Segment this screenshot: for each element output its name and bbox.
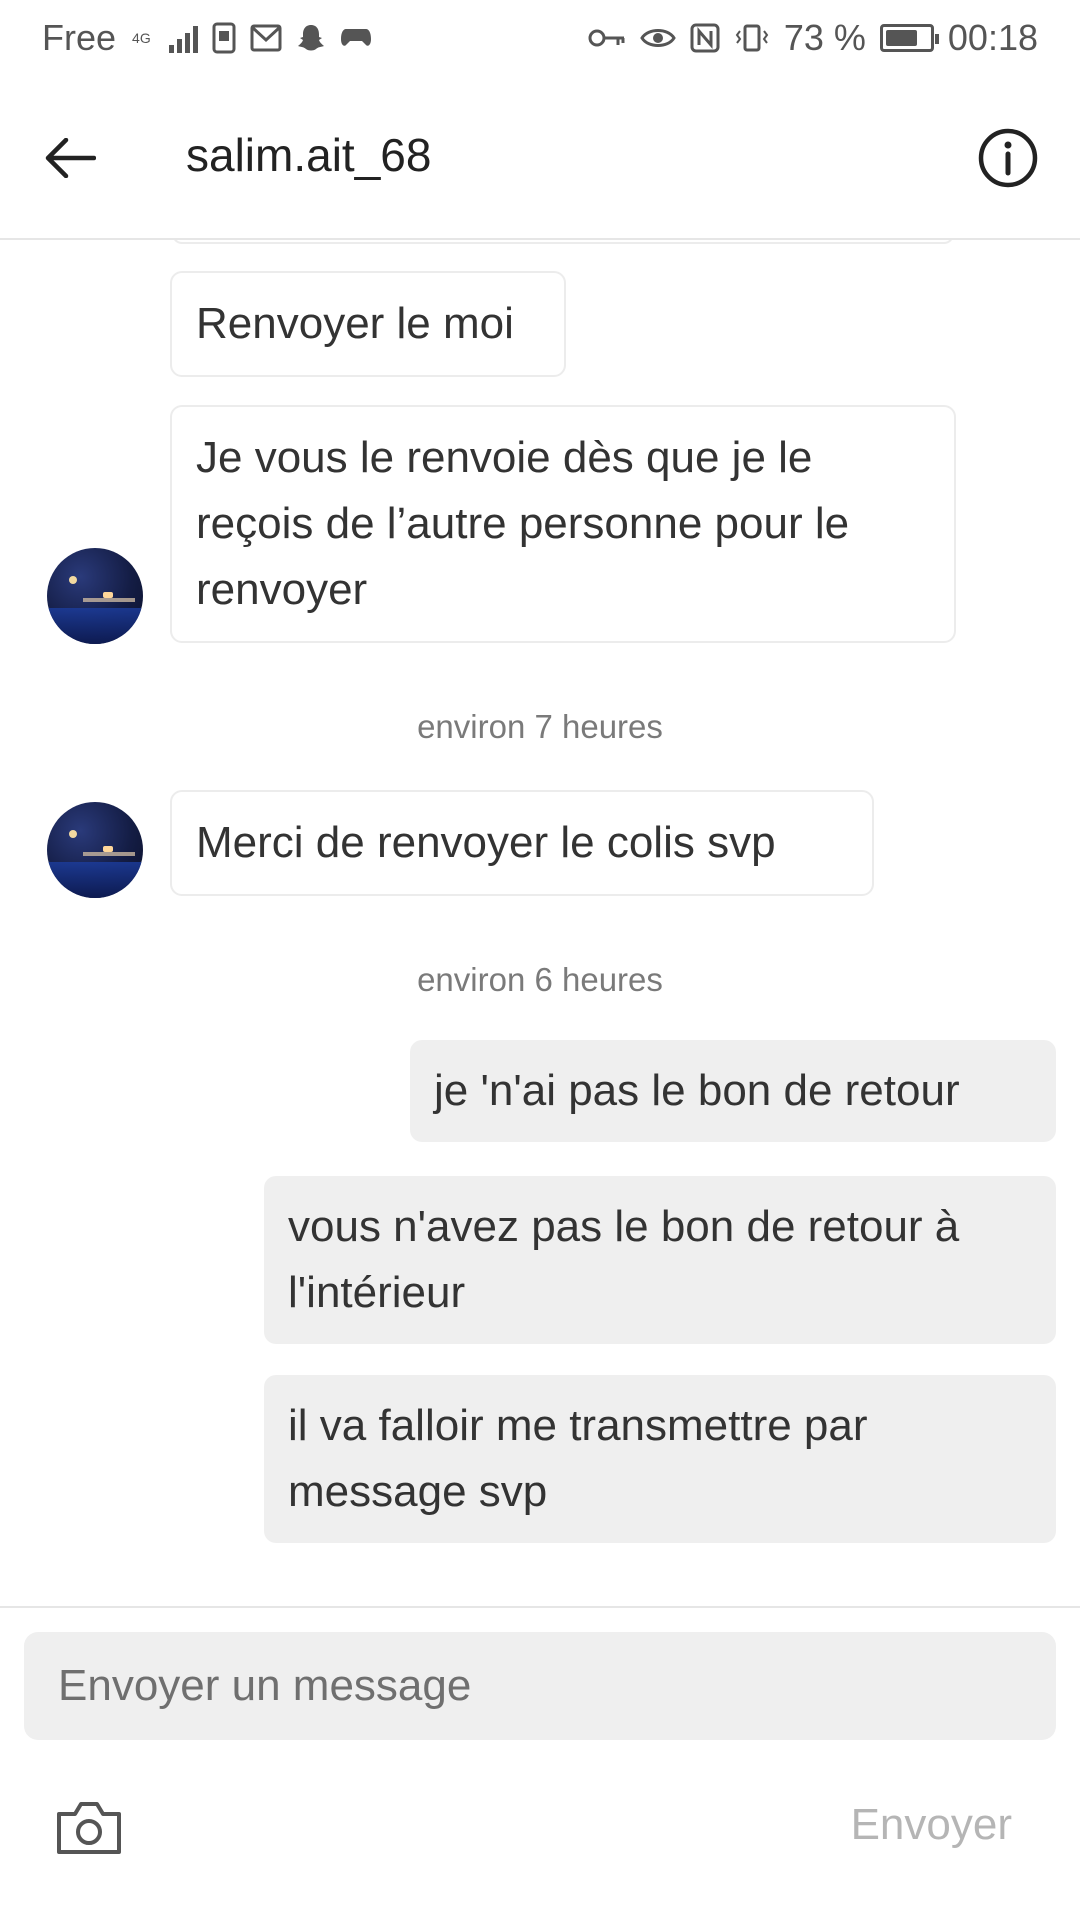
battery-fill [885,30,917,46]
nfc-icon [690,23,720,53]
message-text: Merci de renvoyer le colis svp [196,818,776,867]
message-text: je 'n'ai pas le bon de retour [434,1066,960,1115]
timestamp-divider: environ 6 heures [417,961,663,998]
signal-strength-icon [168,23,198,53]
clock: 00:18 [947,17,1038,58]
status-bar-right: 73 % 00:18 [588,17,1038,59]
key-icon [588,27,626,49]
message-input[interactable] [24,1632,1056,1740]
info-circle-icon [978,128,1038,188]
message-list[interactable]: Renvoyer le moi Je vous le renvoie dès q… [0,240,1080,1606]
outgoing-message[interactable]: il va falloir me transmettre par message… [264,1375,1056,1543]
snapchat-icon [296,23,326,53]
info-button[interactable] [976,126,1040,190]
incoming-message[interactable]: Renvoyer le moi [170,271,566,377]
battery-percent: 73 % [783,17,866,58]
status-bar-left: Free 4G [42,17,372,59]
timestamp-divider: environ 7 heures [417,708,663,745]
message-text: Renvoyer le moi [196,299,514,348]
battery-icon [879,24,939,52]
game-controller-icon [340,25,372,51]
carrier-label: Free [42,17,117,58]
status-bar: Free 4G 73 % 00:18 [0,0,1080,76]
outgoing-message[interactable]: vous n'avez pas le bon de retour à l'int… [264,1176,1056,1344]
mail-icon [250,24,282,52]
incoming-message[interactable]: Merci de renvoyer le colis svp [170,790,874,896]
network-type: 4G [132,30,151,46]
conversation-title: salim.ait_68 [186,129,432,181]
incoming-message[interactable]: Je vous le renvoie dès que je le reçois … [170,405,956,643]
eye-icon [640,25,676,51]
back-button[interactable] [38,126,102,190]
sim-card-icon [212,22,236,54]
outgoing-message[interactable]: je 'n'ai pas le bon de retour [410,1040,1056,1142]
arrow-left-icon [45,138,96,178]
message-text: il va falloir me transmettre par message… [288,1401,868,1516]
message-text: vous n'avez pas le bon de retour à l'int… [288,1202,960,1317]
avatar[interactable] [47,802,143,898]
camera-icon [57,1802,121,1854]
message-text: Je vous le renvoie dès que je le reçois … [196,433,850,614]
send-button[interactable]: Envoyer [851,1800,1012,1850]
chat-screen: Free 4G 73 % 00:18 salim.ait_68 Renvoyer… [0,0,1080,1920]
composer-divider [0,1606,1080,1608]
camera-button[interactable] [54,1798,124,1858]
vibrate-icon [734,23,770,53]
conversation-header: salim.ait_68 [0,76,1080,240]
previous-message-edge [172,240,954,244]
avatar[interactable] [47,548,143,644]
